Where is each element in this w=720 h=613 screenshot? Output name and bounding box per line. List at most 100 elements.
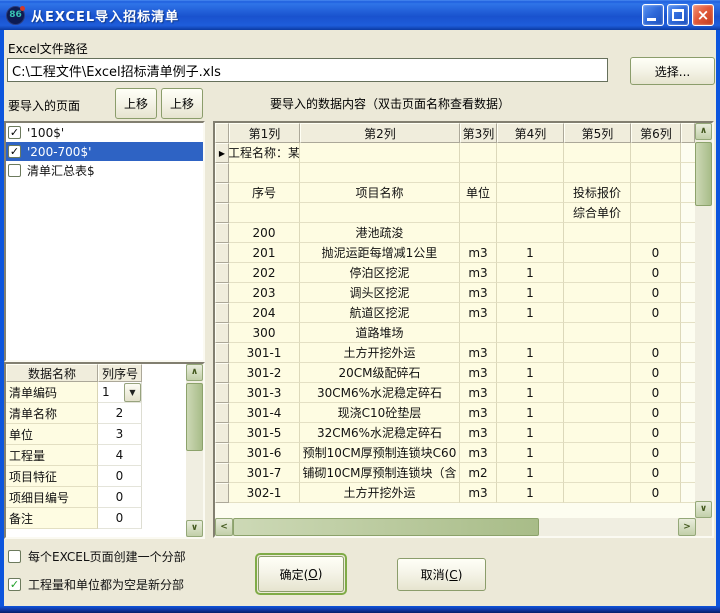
dropdown-button[interactable]: ▼ <box>124 383 141 402</box>
cell[interactable]: 1 <box>497 383 564 403</box>
cell[interactable]: m3 <box>460 343 497 363</box>
cell[interactable]: 铺砌10CM厚预制连锁块（含 <box>300 463 460 483</box>
cell[interactable]: 202 <box>229 263 300 283</box>
cell[interactable]: 1 <box>497 443 564 463</box>
mapping-col-value[interactable]: 0 <box>98 490 141 504</box>
maximize-button[interactable] <box>667 4 689 26</box>
scrollbar-track[interactable] <box>186 451 203 520</box>
cell[interactable]: 301-1 <box>229 343 300 363</box>
cell[interactable] <box>497 183 564 203</box>
cell[interactable]: m3 <box>460 403 497 423</box>
cell[interactable] <box>497 203 564 223</box>
mapping-col-value[interactable]: 3 <box>98 427 141 441</box>
cell[interactable]: 20CM级配碎石 <box>300 363 460 383</box>
cell[interactable] <box>631 203 681 223</box>
cell[interactable] <box>564 163 631 183</box>
preview-vertical-scrollbar[interactable]: ∧ ∨ <box>695 123 712 518</box>
mapping-row[interactable]: 清单编码 1 ▼ <box>6 382 186 403</box>
cell[interactable] <box>631 183 681 203</box>
mapping-row[interactable]: 项目特征 0 <box>6 466 186 487</box>
cell[interactable]: 工程名称：某 <box>229 143 300 163</box>
cell[interactable] <box>564 443 631 463</box>
preview-horizontal-scrollbar[interactable]: < > <box>215 518 712 536</box>
table-row[interactable]: 301-5 32CM6%水泥稳定碎石 m3 1 0 <box>215 423 695 443</box>
cell[interactable]: 32CM6%水泥稳定碎石 <box>300 423 460 443</box>
cell[interactable] <box>631 223 681 243</box>
cell[interactable]: 项目名称 <box>300 183 460 203</box>
cell[interactable]: 1 <box>497 423 564 443</box>
cell[interactable] <box>564 143 631 163</box>
sheet-list-item[interactable]: 清单汇总表$ <box>6 161 203 180</box>
cell[interactable]: 1 <box>497 283 564 303</box>
cell[interactable] <box>229 203 300 223</box>
cell[interactable] <box>300 203 460 223</box>
cancel-button[interactable]: 取消(C) <box>397 558 486 591</box>
file-path-input[interactable]: C:\工程文件\Excel招标清单例子.xls <box>7 58 608 82</box>
ok-button[interactable]: 确定(O) <box>258 556 344 592</box>
cell[interactable] <box>564 403 631 423</box>
cell[interactable]: 调头区挖泥 <box>300 283 460 303</box>
cell[interactable]: 0 <box>631 263 681 283</box>
sheet-checkbox[interactable] <box>8 164 21 177</box>
cell[interactable]: 1 <box>497 343 564 363</box>
cell[interactable]: 抛泥运距每增减1公里 <box>300 243 460 263</box>
cell[interactable]: 0 <box>631 383 681 403</box>
table-row[interactable]: 200 港池疏浚 <box>215 223 695 243</box>
table-row[interactable] <box>215 163 695 183</box>
scroll-up-button[interactable]: ∧ <box>695 123 712 140</box>
cell[interactable] <box>564 223 631 243</box>
sheet-checkbox[interactable]: ✓ <box>8 126 21 139</box>
cell[interactable]: 302-1 <box>229 483 300 503</box>
scrollbar-thumb[interactable] <box>186 383 203 451</box>
cell[interactable]: 综合单价 <box>564 203 631 223</box>
preview-column-header[interactable]: 第5列 <box>564 123 631 143</box>
cell[interactable] <box>564 363 631 383</box>
cell[interactable]: 1 <box>497 243 564 263</box>
cell[interactable] <box>564 283 631 303</box>
cell[interactable]: 单位 <box>460 183 497 203</box>
cell[interactable]: 301-6 <box>229 443 300 463</box>
scrollbar-thumb[interactable] <box>695 142 712 206</box>
preview-column-header[interactable]: 第6列 <box>631 123 681 143</box>
mapping-row[interactable]: 清单名称 2 <box>6 403 186 424</box>
minimize-button[interactable] <box>642 4 664 26</box>
cell[interactable]: 0 <box>631 463 681 483</box>
cell[interactable] <box>300 143 460 163</box>
cell[interactable] <box>564 243 631 263</box>
cell[interactable] <box>564 263 631 283</box>
close-button[interactable]: × <box>692 4 714 26</box>
cell[interactable] <box>564 323 631 343</box>
table-row[interactable]: 工程名称：某 <box>215 143 695 163</box>
option-checkbox[interactable] <box>8 550 21 563</box>
table-row[interactable]: 301-1 土方开挖外运 m3 1 0 <box>215 343 695 363</box>
table-row[interactable]: 301-4 现浇C10砼垫层 m3 1 0 <box>215 403 695 423</box>
cell[interactable]: 0 <box>631 483 681 503</box>
sheet-list-item[interactable]: ✓ '100$' <box>6 123 203 142</box>
scroll-down-button[interactable]: ∨ <box>695 501 712 518</box>
scroll-left-button[interactable]: < <box>215 518 233 536</box>
cell[interactable] <box>564 483 631 503</box>
option-row[interactable]: ✓ 工程量和单位都为空是新分部 <box>8 576 184 593</box>
browse-button[interactable]: 选择... <box>630 57 715 85</box>
sheet-checkbox[interactable]: ✓ <box>8 145 21 158</box>
mapping-row[interactable]: 备注 0 <box>6 508 186 529</box>
table-row[interactable]: 300 道路堆场 <box>215 323 695 343</box>
cell[interactable]: 201 <box>229 243 300 263</box>
mapping-row[interactable]: 单位 3 <box>6 424 186 445</box>
cell[interactable]: 204 <box>229 303 300 323</box>
cell[interactable]: 1 <box>497 363 564 383</box>
mapping-row[interactable]: 工程量 4 <box>6 445 186 466</box>
cell[interactable] <box>497 223 564 243</box>
cell[interactable]: 301-5 <box>229 423 300 443</box>
cell[interactable]: m3 <box>460 363 497 383</box>
cell[interactable]: 停泊区挖泥 <box>300 263 460 283</box>
cell[interactable]: 土方开挖外运 <box>300 343 460 363</box>
cell[interactable]: 现浇C10砼垫层 <box>300 403 460 423</box>
preview-column-header[interactable]: 第3列 <box>460 123 497 143</box>
cell[interactable] <box>631 323 681 343</box>
mapping-col-value[interactable]: 2 <box>98 406 141 420</box>
cell[interactable]: 0 <box>631 343 681 363</box>
table-row[interactable]: 301-6 预制10CM厚预制连锁块C60 m3 1 0 <box>215 443 695 463</box>
mapping-col-value[interactable]: 4 <box>98 448 141 462</box>
cell[interactable]: 301-3 <box>229 383 300 403</box>
